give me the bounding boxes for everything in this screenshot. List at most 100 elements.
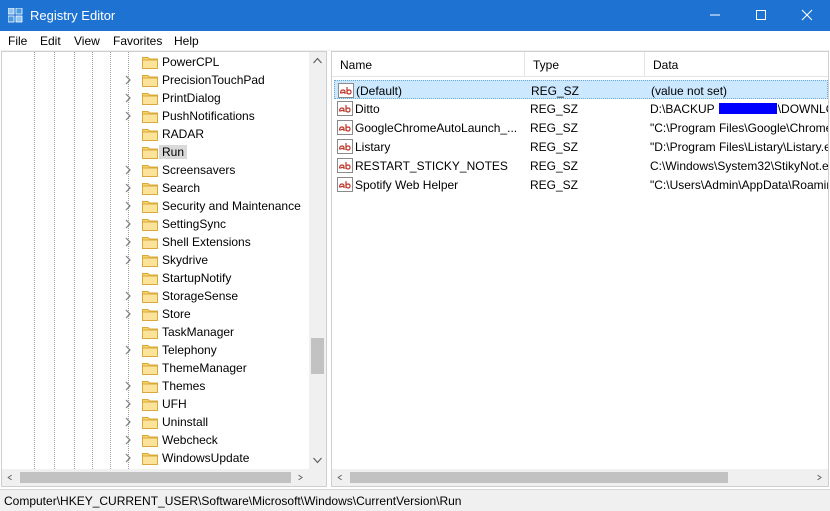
menu-bar: File Edit View Favorites Help (0, 31, 830, 51)
value-name: RESTART_STICKY_NOTES (355, 159, 508, 173)
tree-item[interactable]: Store (122, 305, 312, 323)
scroll-left-arrow[interactable] (332, 469, 349, 486)
value-data: C:\Windows\System32\StikyNot.exe (650, 159, 828, 173)
chevron-right-icon[interactable] (122, 92, 134, 104)
list-horizontal-scrollbar[interactable] (332, 469, 828, 486)
value-data-text: "C:\Users\Admin\AppData\Roaming\ (650, 178, 829, 192)
value-row[interactable]: (Default) REG_SZ (value not set) (334, 80, 828, 99)
tree-item-label: StartupNotify (162, 271, 232, 285)
value-row[interactable]: Ditto REG_SZ D:\BACKUP \DOWNLO... (334, 99, 828, 118)
tree-item[interactable]: Run (122, 143, 312, 161)
scroll-down-arrow[interactable] (309, 452, 326, 469)
minimize-button[interactable] (692, 0, 738, 31)
chevron-right-icon[interactable] (122, 236, 134, 248)
tree-item[interactable]: TaskManager (122, 323, 312, 341)
tree-item[interactable]: Skydrive (122, 251, 312, 269)
scrollbar-corner (309, 469, 326, 486)
menu-favorites[interactable]: Favorites (113, 34, 162, 48)
tree-horizontal-scrollbar[interactable] (2, 469, 309, 486)
chevron-right-icon[interactable] (122, 290, 134, 302)
tree-item[interactable]: RADAR (122, 125, 312, 143)
value-name: GoogleChromeAutoLaunch_... (355, 121, 518, 135)
tree-item[interactable]: WindowsUpdate (122, 449, 312, 467)
tree-item[interactable]: Shell Extensions (122, 233, 312, 251)
column-header-type[interactable]: Type (525, 52, 645, 77)
tree-item[interactable]: Search (122, 179, 312, 197)
tree-vertical-scrollbar[interactable] (309, 52, 326, 469)
chevron-right-icon[interactable] (122, 254, 134, 266)
tree-item[interactable]: PushNotifications (122, 107, 312, 125)
tree-item[interactable]: Telephony (122, 341, 312, 359)
folder-icon (142, 399, 158, 411)
tree-item[interactable]: SettingSync (122, 215, 312, 233)
tree-item[interactable]: PrintDialog (122, 89, 312, 107)
tree-item[interactable]: ThemeManager (122, 359, 312, 377)
value-row[interactable]: Listary REG_SZ "D:\Program Files\Listary\L… (334, 137, 828, 156)
chevron-right-icon[interactable] (122, 218, 134, 230)
folder-icon (142, 237, 158, 249)
list-header: Name Type Data (332, 52, 828, 77)
value-name: Ditto (355, 102, 380, 116)
tree-item[interactable]: UFH (122, 395, 312, 413)
value-data-suffix: \DOWNLO... (777, 102, 828, 116)
scroll-right-arrow[interactable] (292, 469, 309, 486)
chevron-right-icon[interactable] (122, 398, 134, 410)
tree-item[interactable]: Security and Maintenance (122, 197, 312, 215)
tree-item-label: RADAR (162, 127, 205, 141)
menu-edit[interactable]: Edit (40, 34, 61, 48)
chevron-right-icon[interactable] (122, 416, 134, 428)
tree-item-label: Telephony (162, 343, 217, 357)
tree-item[interactable]: Themes (122, 377, 312, 395)
menu-view[interactable]: View (74, 34, 100, 48)
chevron-right-icon (298, 474, 303, 481)
menu-file[interactable]: File (8, 34, 27, 48)
tree-item-label: Run (159, 145, 188, 159)
chevron-right-icon[interactable] (122, 344, 134, 356)
column-header-label: Name (340, 58, 373, 72)
value-data: "C:\Program Files\Google\Chrome\ (650, 121, 828, 135)
tree-item[interactable]: StorageSense (122, 287, 312, 305)
value-row[interactable]: Spotify Web Helper REG_SZ "C:\Users\Admin\… (334, 175, 828, 194)
folder-icon (142, 309, 158, 321)
chevron-right-icon[interactable] (122, 74, 134, 86)
folder-icon (142, 201, 158, 213)
values-list-pane[interactable]: Name Type Data (Default) REG_SZ (value not… (331, 51, 829, 487)
chevron-right-icon[interactable] (122, 452, 134, 464)
value-row[interactable]: RESTART_STICKY_NOTES REG_SZ C:\Windows\Sys… (334, 156, 828, 175)
tree-item[interactable]: Screensavers (122, 161, 312, 179)
key-tree-pane[interactable]: PowerCPL PrecisionTouchPad PrintDialog Push… (1, 51, 327, 487)
folder-icon (142, 219, 158, 231)
tree-item-label: PushNotifications (162, 109, 255, 123)
key-path: Computer\HKEY_CURRENT_USER\Software\Micr… (4, 494, 462, 508)
column-header-data[interactable]: Data (645, 52, 828, 77)
tree-item[interactable]: Uninstall (122, 413, 312, 431)
chevron-right-icon[interactable] (122, 182, 134, 194)
value-data: D:\BACKUP \DOWNLO... (650, 102, 828, 116)
tree-item[interactable]: StartupNotify (122, 269, 312, 287)
close-button[interactable] (784, 0, 830, 31)
chevron-right-icon[interactable] (122, 434, 134, 446)
value-row[interactable]: GoogleChromeAutoLaunch_... REG_SZ "C:\Prog… (334, 118, 828, 137)
chevron-right-icon[interactable] (122, 110, 134, 122)
value-data-text: (value not set) (651, 84, 728, 98)
chevron-right-icon[interactable] (122, 308, 134, 320)
maximize-button[interactable] (738, 0, 784, 31)
tree-item[interactable]: Webcheck (122, 431, 312, 449)
list-horizontal-scroll-thumb[interactable] (350, 472, 728, 483)
column-header-name[interactable]: Name (332, 52, 525, 77)
chevron-right-icon[interactable] (122, 200, 134, 212)
tree-item[interactable]: PowerCPL (122, 53, 312, 71)
tree-item[interactable]: PrecisionTouchPad (122, 71, 312, 89)
chevron-right-icon[interactable] (122, 164, 134, 176)
redaction-block (718, 103, 777, 114)
scroll-up-arrow[interactable] (309, 52, 326, 69)
scroll-left-arrow[interactable] (2, 469, 19, 486)
chevron-right-icon[interactable] (122, 380, 134, 392)
string-value-icon (337, 101, 353, 116)
folder-icon (142, 129, 158, 141)
tree-item-label: Webcheck (162, 433, 218, 447)
tree-horizontal-scroll-thumb[interactable] (20, 472, 291, 483)
menu-help[interactable]: Help (174, 34, 199, 48)
tree-vertical-scroll-thumb[interactable] (311, 338, 324, 374)
scroll-right-arrow[interactable] (811, 469, 828, 486)
